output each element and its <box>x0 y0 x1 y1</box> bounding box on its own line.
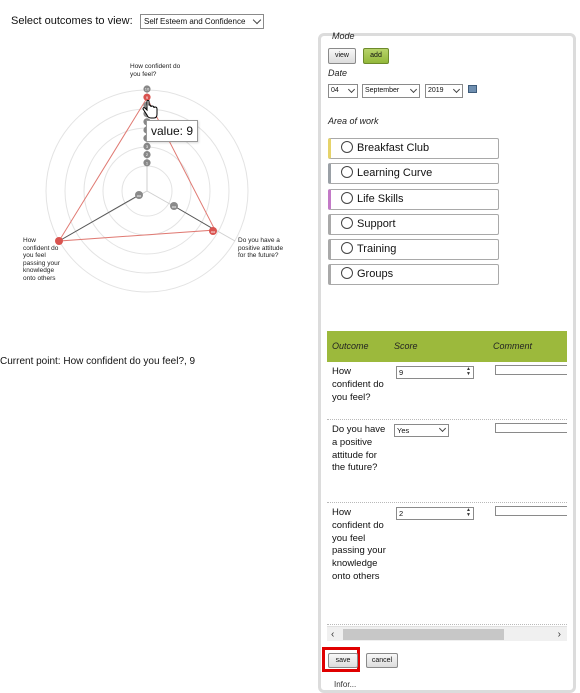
area-item-label: Learning Curve <box>357 167 433 179</box>
score-value: 9 <box>399 368 404 377</box>
date-month-select[interactable]: September <box>362 84 420 98</box>
comment-input[interactable] <box>495 365 567 375</box>
radio-icon <box>341 141 353 153</box>
scrollbar-thumb[interactable] <box>343 629 504 640</box>
chevron-down-icon <box>347 85 356 94</box>
outcome-table-header: Outcome Score Comment <box>327 331 567 362</box>
radio-icon <box>341 192 353 204</box>
area-item-label: Life Skills <box>357 193 404 205</box>
radar-axis-label-positive-attitude: Do you have a positive attitude for the … <box>238 237 284 259</box>
area-item-label: Training <box>357 243 397 255</box>
score-value: Yes <box>397 426 410 435</box>
radar-baseline-mark-text: oo <box>172 204 177 209</box>
table-row: Do you have a positive attitude for the … <box>327 420 567 503</box>
area-item-life-skills[interactable]: Life Skills <box>328 189 499 210</box>
date-year-select[interactable]: 2019 <box>425 84 463 98</box>
radar-axis-label-confident: How confident do you feel? <box>130 63 181 78</box>
outcome-selector-dropdown[interactable]: Self Esteem and Confidence <box>140 14 264 29</box>
outcome-selector-label: Select outcomes to view: <box>11 15 133 27</box>
view-button[interactable]: view <box>328 48 356 64</box>
add-button[interactable]: add <box>363 48 389 64</box>
table-horizontal-scrollbar[interactable]: ‹ › <box>327 626 567 641</box>
cancel-button[interactable]: cancel <box>366 653 398 668</box>
chevron-down-icon <box>252 15 262 25</box>
scroll-left-icon[interactable]: ‹ <box>331 627 334 642</box>
score-input[interactable]: 2 ▲ ▼ <box>396 507 474 520</box>
date-year-value: 2019 <box>428 87 444 94</box>
chevron-down-icon <box>452 85 461 94</box>
save-button[interactable]: save <box>328 653 358 668</box>
area-item-support[interactable]: Support <box>328 214 499 235</box>
radio-icon <box>341 217 353 229</box>
table-row: How confident do you feel passing your k… <box>327 503 567 625</box>
date-label: Date <box>328 68 348 78</box>
date-day-value: 04 <box>331 87 339 94</box>
column-header-outcome: Outcome <box>332 341 369 351</box>
hand-cursor-icon <box>142 100 158 119</box>
area-item-label: Groups <box>357 268 394 280</box>
radar-axis-label-passing-knowledge: How confident do you feel passing your k… <box>23 237 60 282</box>
radio-icon <box>341 267 353 279</box>
scroll-right-icon[interactable]: › <box>558 627 561 642</box>
column-header-comment: Comment <box>493 341 533 351</box>
table-row: How confident do you feel? 9 ▲ ▼ <box>327 362 567 420</box>
radar-baseline-mark-text: oo <box>211 229 216 234</box>
score-select[interactable]: Yes <box>394 424 449 437</box>
date-month-value: September <box>365 87 400 94</box>
chevron-down-icon <box>409 85 418 94</box>
outcome-selector-value: Self Esteem and Confidence <box>144 17 246 26</box>
outcome-cell: How confident do you feel passing your k… <box>332 507 386 582</box>
area-item-breakfast-club[interactable]: Breakfast Club <box>328 138 499 159</box>
chevron-down-icon <box>438 424 447 433</box>
comment-input[interactable] <box>495 423 567 433</box>
column-header-score: Score <box>394 341 418 351</box>
mode-label: Mode <box>332 31 355 41</box>
spinner-arrows-icon[interactable]: ▲ ▼ <box>466 508 472 519</box>
calendar-icon[interactable] <box>468 85 477 93</box>
radar-baseline-mark-text: oo <box>137 193 142 198</box>
area-item-groups[interactable]: Groups <box>328 264 499 285</box>
radio-icon <box>341 166 353 178</box>
score-input[interactable]: 9 ▲ ▼ <box>396 366 474 379</box>
current-point-text: Current point: How confident do you feel… <box>0 356 196 367</box>
radio-icon <box>341 242 353 254</box>
area-of-work-label: Area of work <box>328 116 379 126</box>
score-value: 2 <box>399 509 404 518</box>
outcome-cell: Do you have a positive attitude for the … <box>332 424 386 474</box>
radar-tooltip: value: 9 <box>146 120 198 142</box>
spinner-arrows-icon[interactable]: ▲ ▼ <box>466 367 472 378</box>
area-item-training[interactable]: Training <box>328 239 499 260</box>
radar-gray-line <box>58 194 140 242</box>
radar-tick-label: 10 <box>145 87 150 92</box>
area-item-learning-curve[interactable]: Learning Curve <box>328 163 499 184</box>
date-day-select[interactable]: 04 <box>328 84 358 98</box>
area-item-label: Breakfast Club <box>357 142 430 154</box>
area-item-label: Support <box>357 218 396 230</box>
outcome-cell: How confident do you feel? <box>332 366 384 403</box>
comment-input[interactable] <box>495 506 567 516</box>
